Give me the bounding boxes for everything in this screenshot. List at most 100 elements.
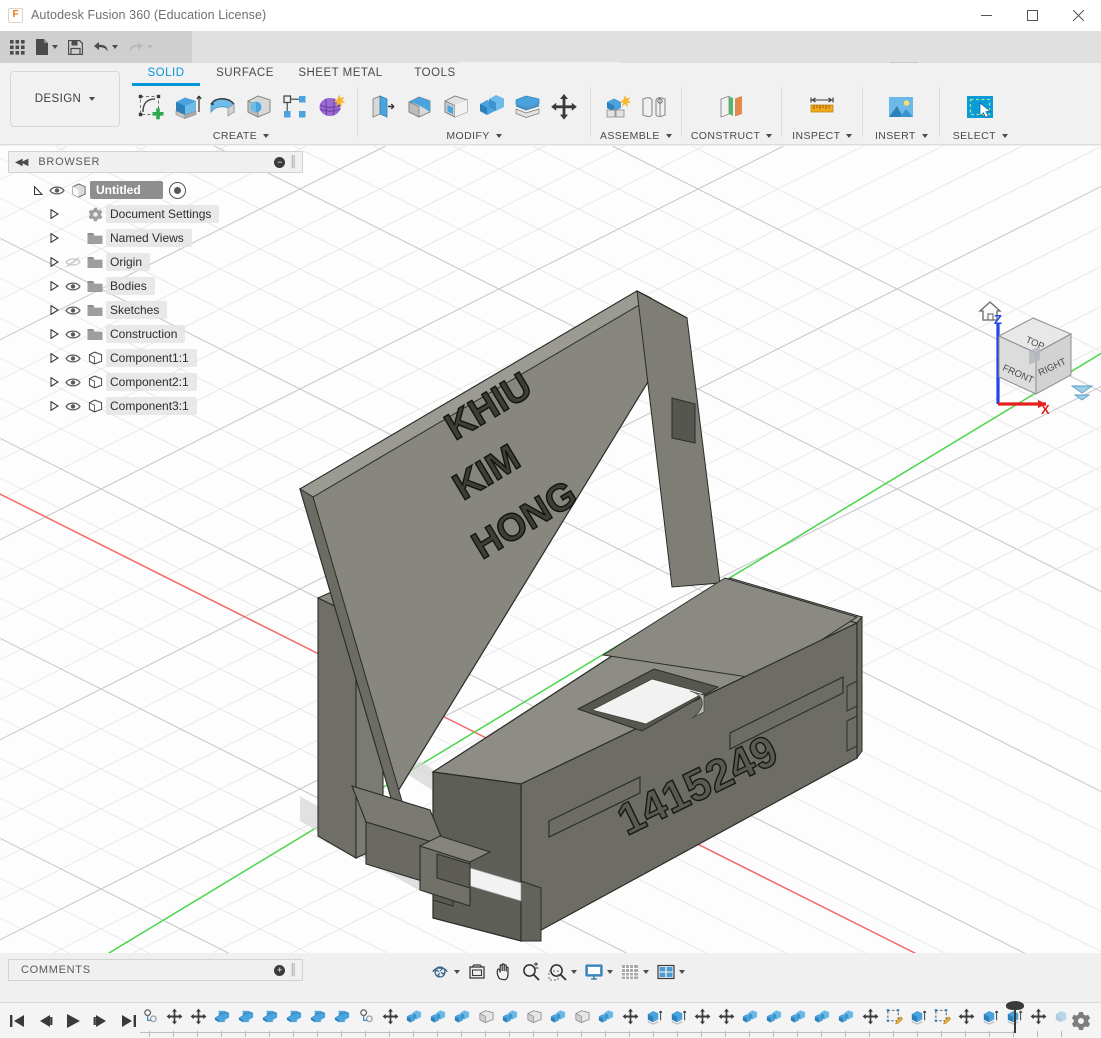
timeline-feature-1[interactable] <box>162 1005 186 1037</box>
save-icon[interactable] <box>64 34 87 60</box>
timeline-feature-9[interactable] <box>354 1005 378 1037</box>
chevron-down-icon[interactable] <box>454 970 460 974</box>
visibility-eye-icon[interactable] <box>62 377 84 388</box>
visibility-eye-icon[interactable] <box>62 329 84 340</box>
visibility-eye-icon[interactable] <box>62 305 84 316</box>
timeline-feature-8[interactable] <box>330 1005 354 1037</box>
panel-options-icon[interactable]: − <box>274 156 286 168</box>
extrude-icon[interactable] <box>170 87 204 127</box>
panel-grip-icon[interactable]: ║ <box>289 156 297 168</box>
offset-plane-icon[interactable] <box>715 87 749 127</box>
chevron-right-icon[interactable] <box>46 233 62 243</box>
tree-item-named-views[interactable]: Named Views <box>8 226 303 250</box>
zoom-icon[interactable] <box>518 960 544 984</box>
chevron-down-icon[interactable] <box>495 134 502 138</box>
ribbon-group-construct-label[interactable]: CONSTRUCT <box>691 129 773 143</box>
chevron-down-icon[interactable] <box>679 970 685 974</box>
step-forward-button[interactable] <box>90 1008 112 1034</box>
tree-item-bodies[interactable]: Bodies <box>8 274 303 298</box>
revolve-icon[interactable] <box>206 87 240 127</box>
chevron-down-icon[interactable] <box>607 970 613 974</box>
timeline-feature-25[interactable] <box>738 1005 762 1037</box>
pattern-icon[interactable] <box>278 87 312 127</box>
minimize-icon[interactable] <box>963 0 1009 31</box>
chevron-down-icon[interactable] <box>1001 134 1008 138</box>
chevron-down-icon[interactable] <box>766 134 773 138</box>
chevron-down-icon[interactable] <box>643 970 649 974</box>
ribbon-group-modify-label[interactable]: MODIFY <box>446 129 502 143</box>
timeline-feature-2[interactable] <box>186 1005 210 1037</box>
timeline-track[interactable] <box>138 1001 1066 1037</box>
step-back-button[interactable] <box>34 1008 56 1034</box>
chevron-right-icon[interactable] <box>46 353 62 363</box>
timeline-feature-23[interactable] <box>690 1005 714 1037</box>
visibility-eye-icon[interactable] <box>62 353 84 364</box>
measure-icon[interactable] <box>805 87 839 127</box>
orbit-icon[interactable] <box>428 960 463 984</box>
display-settings-icon[interactable] <box>581 960 616 984</box>
timeline-feature-32[interactable] <box>906 1005 930 1037</box>
timeline-feature-12[interactable] <box>426 1005 450 1037</box>
timeline-feature-27[interactable] <box>786 1005 810 1037</box>
joint-icon[interactable] <box>637 87 671 127</box>
visibility-hidden-icon[interactable] <box>62 256 84 268</box>
timeline-feature-18[interactable] <box>570 1005 594 1037</box>
chevron-right-icon[interactable] <box>46 329 62 339</box>
expand-arrow-icon[interactable] <box>30 185 46 195</box>
timeline-feature-31[interactable] <box>882 1005 906 1037</box>
timeline-feature-26[interactable] <box>762 1005 786 1037</box>
timeline-feature-11[interactable] <box>402 1005 426 1037</box>
timeline-feature-3[interactable] <box>210 1005 234 1037</box>
add-comment-icon[interactable]: + <box>274 964 286 976</box>
timeline-feature-0[interactable] <box>138 1005 162 1037</box>
tab-sheet-metal[interactable]: SHEET METAL <box>288 62 393 84</box>
visibility-eye-icon[interactable] <box>62 281 84 292</box>
insert-image-icon[interactable] <box>884 87 918 127</box>
undo-icon[interactable] <box>89 34 122 60</box>
chevron-down-icon[interactable] <box>921 134 928 138</box>
timeline-feature-6[interactable] <box>282 1005 306 1037</box>
go-to-end-button[interactable] <box>118 1008 140 1034</box>
tree-item-construction[interactable]: Construction <box>8 322 303 346</box>
chevron-right-icon[interactable] <box>46 281 62 291</box>
timeline-feature-21[interactable] <box>642 1005 666 1037</box>
timeline-feature-37[interactable] <box>1026 1005 1050 1037</box>
viewports-icon[interactable] <box>653 960 688 984</box>
visibility-eye-icon[interactable] <box>46 185 68 196</box>
timeline-feature-34[interactable] <box>954 1005 978 1037</box>
ribbon-group-insert-label[interactable]: INSERT <box>875 129 928 143</box>
chevron-right-icon[interactable] <box>46 305 62 315</box>
timeline-feature-24[interactable] <box>714 1005 738 1037</box>
timeline-feature-15[interactable] <box>498 1005 522 1037</box>
tree-item-component3[interactable]: Component3:1 <box>8 394 303 418</box>
new-component-icon[interactable] <box>601 87 635 127</box>
timeline-feature-4[interactable] <box>234 1005 258 1037</box>
move-copy-icon[interactable] <box>547 87 581 127</box>
timeline-feature-16[interactable] <box>522 1005 546 1037</box>
maximize-icon[interactable] <box>1009 0 1055 31</box>
timeline-feature-20[interactable] <box>618 1005 642 1037</box>
chevron-down-icon[interactable] <box>52 45 58 49</box>
timeline-feature-29[interactable] <box>834 1005 858 1037</box>
timeline-settings-icon[interactable] <box>1071 1011 1091 1031</box>
chevron-down-icon[interactable] <box>263 134 270 138</box>
tree-item-origin[interactable]: Origin <box>8 250 303 274</box>
chevron-right-icon[interactable] <box>46 377 62 387</box>
timeline-feature-28[interactable] <box>810 1005 834 1037</box>
chevron-down-icon[interactable] <box>665 134 672 138</box>
tab-surface[interactable]: SURFACE <box>202 62 288 84</box>
sphere-icon[interactable] <box>242 87 276 127</box>
chevron-right-icon[interactable] <box>46 209 62 219</box>
close-icon[interactable] <box>1055 0 1101 31</box>
tree-item-component1[interactable]: Component1:1 <box>8 346 303 370</box>
timeline-feature-7[interactable] <box>306 1005 330 1037</box>
file-icon[interactable] <box>31 34 62 60</box>
timeline-feature-22[interactable] <box>666 1005 690 1037</box>
ribbon-group-select-label[interactable]: SELECT <box>953 129 1008 143</box>
chevron-down-icon[interactable] <box>846 134 853 138</box>
look-at-icon[interactable] <box>464 960 490 984</box>
tree-item-untitled[interactable]: Untitled <box>8 178 303 202</box>
grid-snaps-icon[interactable] <box>617 960 652 984</box>
create-sketch-icon[interactable] <box>134 87 168 127</box>
fit-icon[interactable] <box>545 960 580 984</box>
